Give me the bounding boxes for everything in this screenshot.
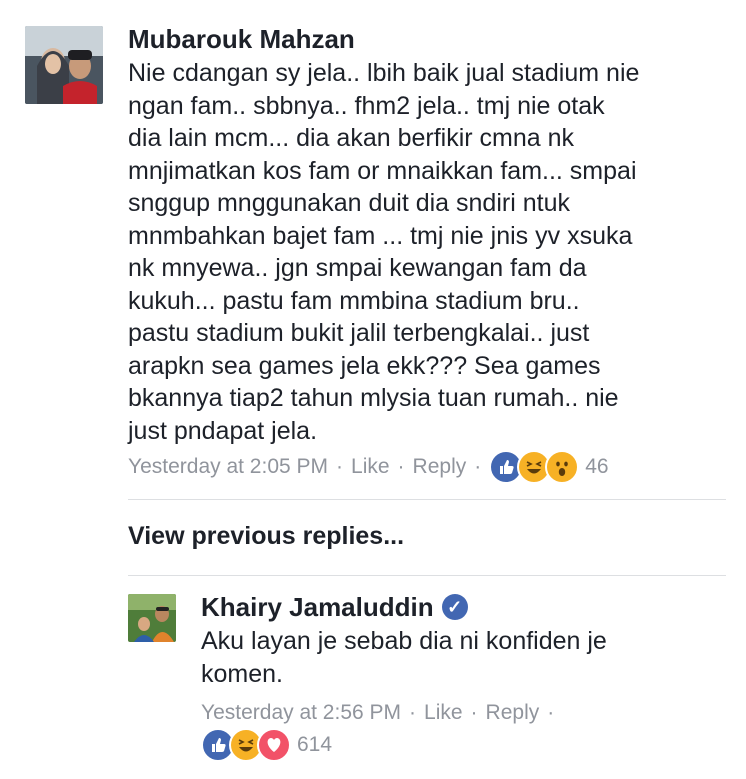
reply-reactions-summary[interactable]: 614 bbox=[201, 728, 332, 762]
reply-text: Aku layan je sebab dia ni konfiden je ko… bbox=[201, 627, 607, 688]
divider bbox=[128, 575, 726, 576]
divider bbox=[128, 499, 726, 500]
profile-photo bbox=[25, 26, 103, 104]
reply-profile-photo bbox=[128, 594, 176, 642]
comment-author-name[interactable]: Mubarouk Mahzan bbox=[128, 24, 355, 54]
separator-dot: · bbox=[470, 701, 478, 724]
reply-author-name[interactable]: Khairy Jamaluddin ✓ bbox=[201, 592, 468, 622]
avatar[interactable] bbox=[25, 26, 103, 104]
reply-meta: Yesterday at 2:56 PM · Like · Reply · bbox=[201, 699, 562, 727]
reply-avatar[interactable] bbox=[128, 594, 176, 642]
like-button[interactable]: Like bbox=[351, 453, 390, 481]
verified-badge-icon: ✓ bbox=[441, 594, 468, 620]
comment-timestamp[interactable]: Yesterday at 2:05 PM bbox=[128, 453, 328, 481]
separator-dot: · bbox=[409, 701, 417, 724]
wow-icon bbox=[545, 450, 580, 484]
reaction-count: 46 bbox=[585, 455, 609, 478]
comment-text: Nie cdangan sy jela.. lbih baik jual sta… bbox=[128, 59, 640, 445]
reply-reactions-row: 614 bbox=[201, 728, 332, 762]
love-icon bbox=[257, 728, 291, 762]
view-previous-replies-link[interactable]: View previous replies... bbox=[128, 522, 404, 551]
reactions-summary[interactable]: 46 bbox=[489, 450, 609, 484]
separator-dot: · bbox=[547, 701, 555, 724]
reaction-count: 614 bbox=[297, 733, 333, 756]
separator-dot: · bbox=[336, 455, 344, 478]
separator-dot: · bbox=[397, 455, 405, 478]
reply-reply-button[interactable]: Reply bbox=[486, 699, 540, 727]
separator-dot: · bbox=[474, 455, 482, 478]
reply-timestamp[interactable]: Yesterday at 2:56 PM bbox=[201, 699, 401, 727]
reply-button[interactable]: Reply bbox=[413, 453, 467, 481]
reply-like-button[interactable]: Like bbox=[424, 699, 463, 727]
reply-author-label: Khairy Jamaluddin bbox=[201, 592, 434, 622]
comment-meta: Yesterday at 2:05 PM · Like · Reply · 46 bbox=[128, 450, 609, 484]
